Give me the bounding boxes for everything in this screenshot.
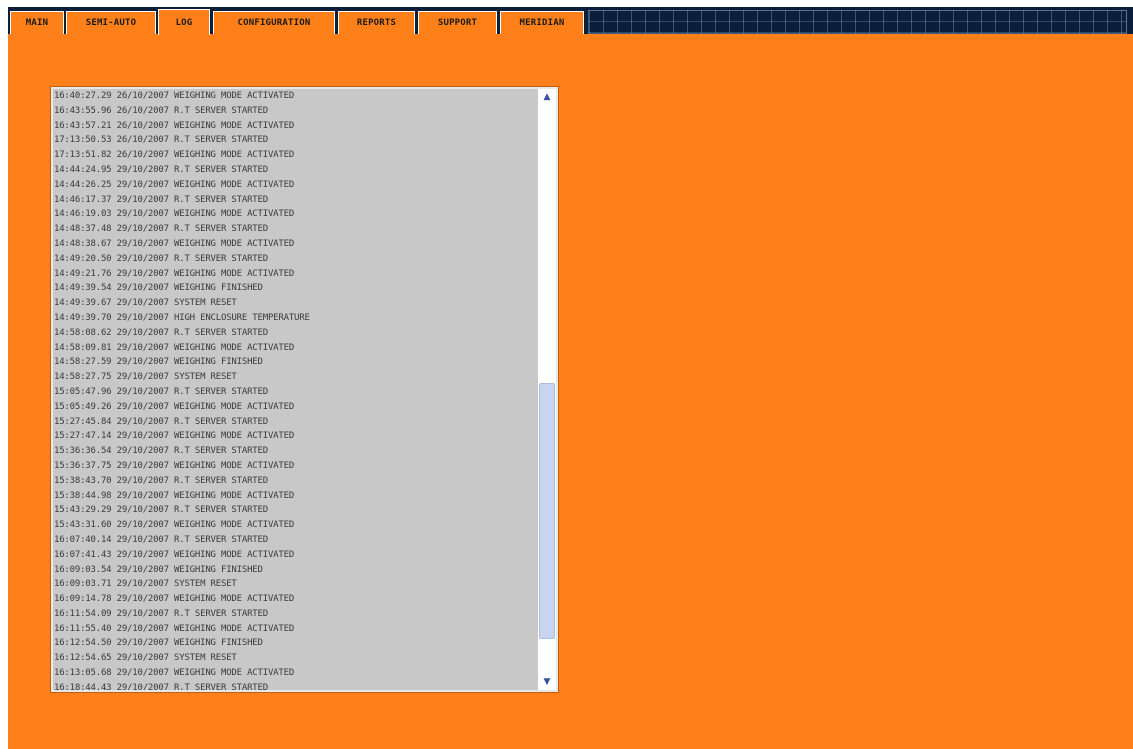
log-entry: 15:38:43.70 29/10/2007 R.T SERVER STARTE… [54,475,268,486]
tab-support[interactable]: SUPPORT [418,11,497,34]
chevron-up-icon[interactable]: ▲ [539,89,555,105]
chevron-down-icon[interactable]: ▼ [539,674,555,690]
log-entry: 16:12:54.50 29/10/2007 WEIGHING FINISHED [54,638,263,649]
log-entry: 16:09:03.71 29/10/2007 SYSTEM RESET [54,579,237,590]
log-entry: 14:44:24.95 29/10/2007 R.T SERVER STARTE… [54,164,268,175]
log-entry: 14:48:38.67 29/10/2007 WEIGHING MODE ACT… [54,238,295,249]
log-entry: 16:43:55.96 26/10/2007 R.T SERVER STARTE… [54,105,268,116]
tab-meridian[interactable]: MERIDIAN [500,11,584,34]
log-entry: 16:11:54.09 29/10/2007 R.T SERVER STARTE… [54,608,268,619]
log-entry: 16:11:55.40 29/10/2007 WEIGHING MODE ACT… [54,623,295,634]
log-entry: 14:46:17.37 29/10/2007 R.T SERVER STARTE… [54,194,268,205]
application-window: MAIN SEMI-AUTO LOG CONFIGURATION REPORTS… [8,7,1133,749]
log-entry: 14:46:19.03 29/10/2007 WEIGHING MODE ACT… [54,209,295,220]
log-entry: 16:43:57.21 26/10/2007 WEIGHING MODE ACT… [54,120,295,131]
tab-bar-decoration [588,10,1127,34]
log-entry: 14:44:26.25 29/10/2007 WEIGHING MODE ACT… [54,179,295,190]
log-entry: 14:58:08.62 29/10/2007 R.T SERVER STARTE… [54,327,268,338]
log-entry: 16:09:03.54 29/10/2007 WEIGHING FINISHED [54,564,263,575]
log-panel: 16:40:27.29 26/10/2007 WEIGHING MODE ACT… [8,34,1133,749]
log-entry: 15:05:47.96 29/10/2007 R.T SERVER STARTE… [54,386,268,397]
log-entry: 16:18:44.43 29/10/2007 R.T SERVER STARTE… [54,682,268,690]
log-entry: 17:13:50.53 26/10/2007 R.T SERVER STARTE… [54,135,268,146]
tab-semi-auto[interactable]: SEMI-AUTO [66,11,156,34]
log-lines: 16:40:27.29 26/10/2007 WEIGHING MODE ACT… [53,89,538,690]
tab-bar: MAIN SEMI-AUTO LOG CONFIGURATION REPORTS… [8,7,1133,35]
log-entry: 15:27:47.14 29/10/2007 WEIGHING MODE ACT… [54,431,295,442]
log-entry: 15:38:44.98 29/10/2007 WEIGHING MODE ACT… [54,490,295,501]
scrollbar-thumb[interactable] [539,383,555,639]
log-entry: 14:49:39.67 29/10/2007 SYSTEM RESET [54,298,237,309]
log-entry: 14:49:39.54 29/10/2007 WEIGHING FINISHED [54,283,263,294]
log-entry: 15:43:31.60 29/10/2007 WEIGHING MODE ACT… [54,520,295,531]
log-entry: 14:58:27.59 29/10/2007 WEIGHING FINISHED [54,357,263,368]
log-entry: 15:36:37.75 29/10/2007 WEIGHING MODE ACT… [54,460,295,471]
log-entry: 15:27:45.84 29/10/2007 R.T SERVER STARTE… [54,416,268,427]
log-entry: 16:07:41.43 29/10/2007 WEIGHING MODE ACT… [54,549,295,560]
log-entry: 17:13:51.82 26/10/2007 WEIGHING MODE ACT… [54,150,295,161]
log-entry: 15:05:49.26 29/10/2007 WEIGHING MODE ACT… [54,401,295,412]
tab-configuration[interactable]: CONFIGURATION [213,11,335,34]
log-entry: 14:49:39.70 29/10/2007 HIGH ENCLOSURE TE… [54,312,310,323]
log-entry: 16:12:54.65 29/10/2007 SYSTEM RESET [54,653,237,664]
log-entry: 16:09:14.78 29/10/2007 WEIGHING MODE ACT… [54,594,295,605]
log-entry: 14:48:37.48 29/10/2007 R.T SERVER STARTE… [54,224,268,235]
log-entry: 14:49:20.50 29/10/2007 R.T SERVER STARTE… [54,253,268,264]
log-entry: 14:49:21.76 29/10/2007 WEIGHING MODE ACT… [54,268,295,279]
log-listbox[interactable]: 16:40:27.29 26/10/2007 WEIGHING MODE ACT… [51,87,558,692]
log-entry: 16:40:27.29 26/10/2007 WEIGHING MODE ACT… [54,91,295,101]
log-entry: 15:36:36.54 29/10/2007 R.T SERVER STARTE… [54,446,268,457]
log-entry: 15:43:29.29 29/10/2007 R.T SERVER STARTE… [54,505,268,516]
log-entry: 16:13:05.68 29/10/2007 WEIGHING MODE ACT… [54,668,295,679]
log-scrollbar[interactable]: ▲ ▼ [538,89,556,690]
log-entry: 14:58:09.81 29/10/2007 WEIGHING MODE ACT… [54,342,295,353]
tab-log[interactable]: LOG [158,9,210,35]
log-entry: 14:58:27.75 29/10/2007 SYSTEM RESET [54,372,237,383]
log-entry: 16:07:40.14 29/10/2007 R.T SERVER STARTE… [54,534,268,545]
tab-main[interactable]: MAIN [10,11,64,34]
tab-reports[interactable]: REPORTS [338,11,415,34]
